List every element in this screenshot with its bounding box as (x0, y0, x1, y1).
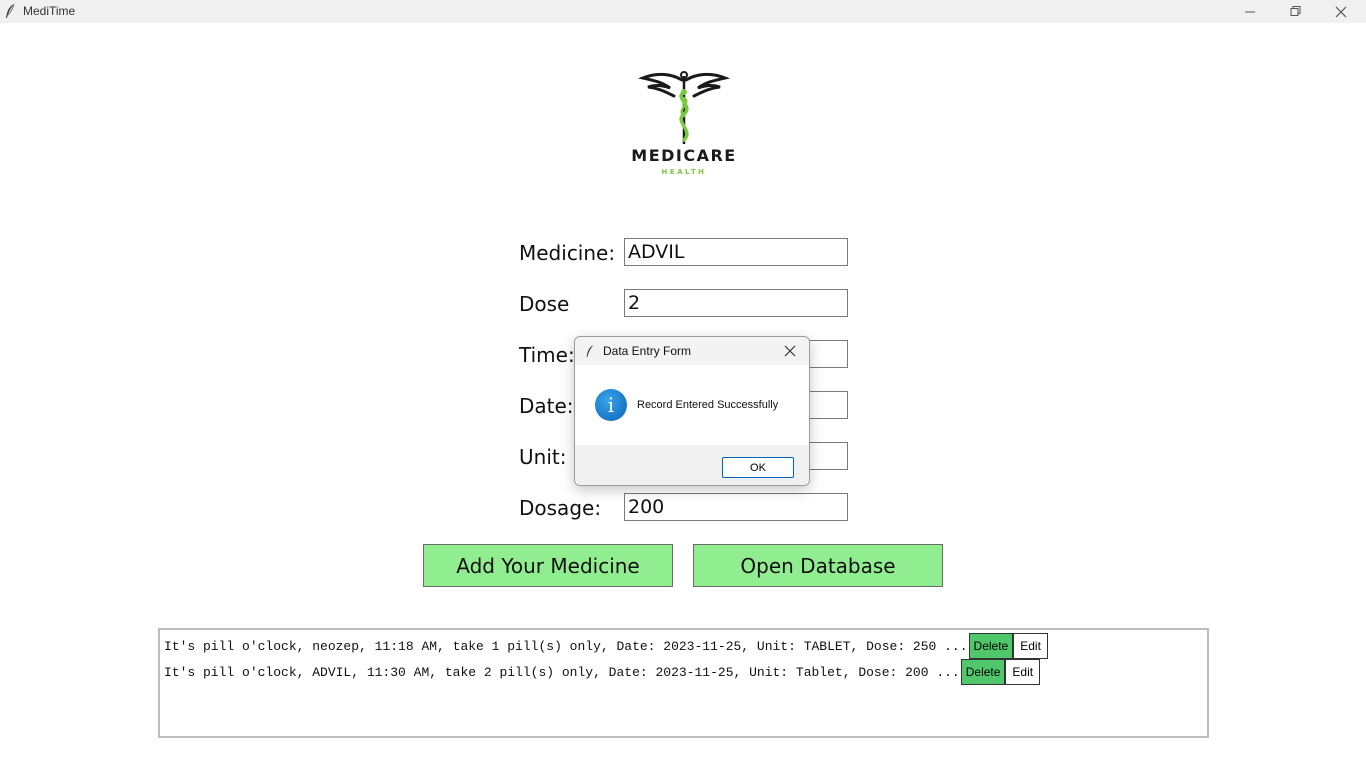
dosage-label: Dosage: (519, 496, 602, 520)
minimize-icon (1244, 11, 1255, 13)
feather-icon (6, 3, 15, 18)
title-bar: MediTime (0, 0, 1366, 23)
delete-button[interactable]: Delete (960, 659, 1006, 685)
dialog-title-bar: Data Entry Form (575, 337, 809, 365)
close-icon (1335, 6, 1347, 17)
logo-brand-text: MEDICARE (632, 146, 736, 165)
record-text: It's pill o'clock, ADVIL, 11:30 AM, take… (164, 664, 960, 680)
logo-sub-text: HEALTH (662, 168, 707, 176)
add-medicine-button[interactable]: Add Your Medicine (423, 544, 673, 587)
close-window-button[interactable] (1318, 0, 1364, 23)
records-list: It's pill o'clock, neozep, 11:18 AM, tak… (158, 628, 1209, 738)
dialog-body: i Record Entered Successfully (575, 365, 809, 445)
feather-icon (586, 345, 594, 357)
unit-label: Unit: (519, 445, 567, 469)
caduceus-icon: MEDICARE HEALTH (631, 71, 736, 176)
list-item: It's pill o'clock, neozep, 11:18 AM, tak… (164, 633, 1048, 659)
edit-button[interactable]: Edit (1013, 633, 1048, 659)
list-item: It's pill o'clock, ADVIL, 11:30 AM, take… (164, 659, 1041, 685)
date-label: Date: (519, 394, 574, 418)
window-title: MediTime (23, 4, 76, 18)
close-icon (784, 345, 796, 357)
dose-input[interactable] (624, 289, 848, 317)
ok-button[interactable]: OK (722, 457, 794, 478)
dialog-title: Data Entry Form (603, 344, 692, 358)
record-text: It's pill o'clock, neozep, 11:18 AM, tak… (164, 638, 968, 654)
dosage-input[interactable] (624, 493, 848, 521)
restore-button[interactable] (1272, 0, 1318, 23)
restore-icon (1290, 6, 1300, 16)
open-database-button[interactable]: Open Database (693, 544, 943, 587)
info-icon: i (595, 389, 627, 421)
dialog-footer: OK (575, 445, 809, 485)
medicine-input[interactable] (624, 238, 848, 266)
medicine-label: Medicine: (519, 241, 616, 265)
dose-label: Dose (519, 292, 570, 316)
dialog-message: Record Entered Successfully (637, 399, 779, 411)
dialog-close-button[interactable] (779, 341, 801, 361)
edit-button[interactable]: Edit (1005, 659, 1041, 685)
delete-button[interactable]: Delete (968, 633, 1014, 659)
time-label: Time: (519, 343, 575, 367)
message-dialog: Data Entry Form i Record Entered Success… (574, 336, 810, 486)
minimize-button[interactable] (1227, 0, 1273, 23)
medicare-logo: MEDICARE HEALTH (631, 68, 736, 178)
